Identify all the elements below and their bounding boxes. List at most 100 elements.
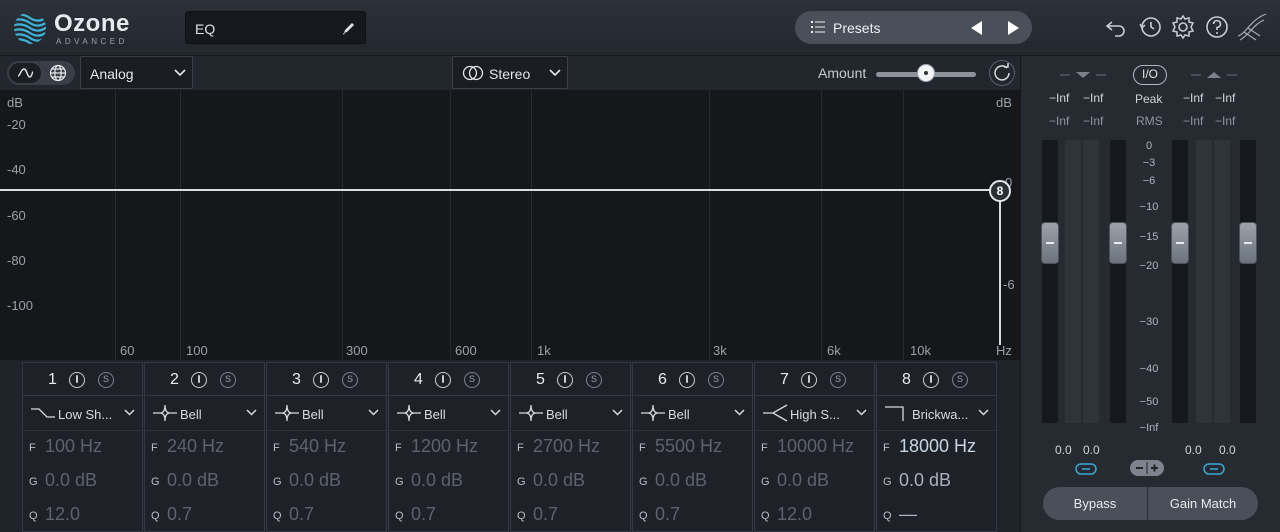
chevron-down-icon	[124, 409, 135, 416]
globe-view-button[interactable]	[43, 63, 73, 83]
band-gain[interactable]: 0.0 dB	[655, 470, 707, 491]
band-gain[interactable]: 0.0 dB	[289, 470, 341, 491]
band-power-icon[interactable]	[435, 372, 451, 388]
curve-view-button[interactable]	[9, 63, 41, 83]
band-1: 1 S Low Sh... F 100 Hz G 0.0 dB Q 12.0	[22, 362, 143, 532]
list-icon	[811, 21, 825, 33]
undo-icon[interactable]	[1103, 14, 1129, 40]
output-gain-left-value[interactable]: 0.0	[1185, 443, 1202, 457]
band-q[interactable]: 0.7	[167, 504, 192, 525]
band-solo-icon[interactable]: S	[342, 372, 358, 388]
band-q[interactable]: 12.0	[45, 504, 80, 525]
history-icon[interactable]	[1137, 14, 1163, 40]
next-preset-icon[interactable]	[1003, 19, 1023, 37]
view-mode-toggle[interactable]	[7, 61, 75, 85]
output-fader-thumb-right[interactable]	[1239, 222, 1257, 264]
output-link-icon[interactable]	[1203, 462, 1225, 476]
band-shape-dropdown[interactable]: Low Sh...	[23, 396, 142, 431]
band-power-icon[interactable]	[679, 372, 695, 388]
gear-icon[interactable]	[1170, 14, 1196, 40]
chevron-down-icon	[734, 409, 745, 416]
band-solo-icon[interactable]: S	[952, 372, 968, 388]
band-shape-dropdown[interactable]: Bell	[633, 396, 752, 431]
bypass-button[interactable]: Bypass	[1043, 487, 1147, 520]
band-solo-icon[interactable]: S	[830, 372, 846, 388]
band-frequency[interactable]: 18000 Hz	[899, 436, 976, 457]
input-fader-thumb-right[interactable]	[1109, 222, 1127, 264]
band-q[interactable]: 0.7	[289, 504, 314, 525]
band-frequency[interactable]: 240 Hz	[167, 436, 224, 457]
module-name-text: EQ	[195, 21, 216, 37]
band-shape-dropdown[interactable]: Bell	[389, 396, 508, 431]
band-power-icon[interactable]	[923, 372, 939, 388]
input-gain-fader-right[interactable]	[1110, 140, 1126, 423]
band-frequency[interactable]: 10000 Hz	[777, 436, 854, 457]
band-gain[interactable]: 0.0 dB	[167, 470, 219, 491]
band-q[interactable]: 0.7	[533, 504, 558, 525]
output-peak-right: −Inf	[1215, 91, 1236, 105]
band-frequency[interactable]: 100 Hz	[45, 436, 102, 457]
amount-slider-thumb[interactable]	[917, 64, 935, 82]
band-shape-dropdown[interactable]: Bell	[267, 396, 386, 431]
output-gain-right-value[interactable]: 0.0	[1219, 443, 1236, 457]
band-gain[interactable]: 0.0 dB	[45, 470, 97, 491]
prev-preset-icon[interactable]	[967, 19, 987, 37]
band-power-icon[interactable]	[557, 372, 573, 388]
band-power-icon[interactable]	[801, 372, 817, 388]
band-gain[interactable]: 0.0 dB	[533, 470, 585, 491]
band-q[interactable]: 12.0	[777, 504, 812, 525]
band-shape-dropdown[interactable]: Brickwa...	[877, 396, 996, 431]
band-frequency[interactable]: 5500 Hz	[655, 436, 722, 457]
output-gain-fader-right[interactable]	[1240, 140, 1256, 423]
band-power-icon[interactable]	[69, 372, 85, 388]
signal-chain-icon[interactable]	[1236, 10, 1268, 42]
io-button[interactable]: I/O	[1133, 65, 1167, 85]
band-gain[interactable]: 0.0 dB	[411, 470, 463, 491]
band-solo-icon[interactable]: S	[586, 372, 602, 388]
band-power-icon[interactable]	[313, 372, 329, 388]
presets-label[interactable]: Presets	[833, 20, 880, 36]
band-shape-label: Bell	[546, 407, 568, 422]
globe-icon	[49, 64, 67, 82]
input-arrow-icon	[1060, 72, 1106, 78]
band-gain[interactable]: 0.0 dB	[777, 470, 829, 491]
band-solo-icon[interactable]: S	[98, 372, 114, 388]
input-link-icon[interactable]	[1075, 462, 1097, 476]
band-solo-icon[interactable]: S	[220, 372, 236, 388]
gain-offset-stepper[interactable]	[1130, 460, 1164, 476]
stereo-icon	[462, 65, 484, 81]
output-fader-thumb-left[interactable]	[1171, 222, 1189, 264]
pencil-icon[interactable]	[341, 20, 357, 36]
help-icon[interactable]	[1204, 14, 1230, 40]
reset-button[interactable]	[989, 60, 1015, 86]
output-gain-fader-left[interactable]	[1172, 140, 1188, 423]
band-shape-dropdown[interactable]: Bell	[145, 396, 264, 431]
band-shape-dropdown[interactable]: Bell	[511, 396, 630, 431]
band-shape-dropdown[interactable]: High S...	[755, 396, 874, 431]
band-header: 7S	[755, 363, 874, 396]
input-gain-right-value[interactable]: 0.0	[1083, 443, 1100, 457]
band-q[interactable]: 0.7	[411, 504, 436, 525]
band-gain[interactable]: 0.0 dB	[899, 470, 951, 491]
input-gain-fader-left[interactable]	[1042, 140, 1058, 423]
channel-dropdown[interactable]: Stereo	[452, 56, 568, 89]
band-q[interactable]: 0.7	[655, 504, 680, 525]
eq-mode-dropdown[interactable]: Analog	[80, 56, 193, 89]
eq-graph[interactable]: dB -20 -40 -60 -80 -100 60 100 300 600 1…	[0, 90, 1020, 360]
band-frequency[interactable]: 1200 Hz	[411, 436, 478, 457]
input-gain-left-value[interactable]: 0.0	[1055, 443, 1072, 457]
input-fader-thumb-left[interactable]	[1041, 222, 1059, 264]
band-frequency[interactable]: 2700 Hz	[533, 436, 600, 457]
band-solo-icon[interactable]: S	[464, 372, 480, 388]
meter-scale-label: −15	[1139, 231, 1159, 243]
bell-filter-icon	[519, 404, 543, 422]
band-frequency[interactable]: 540 Hz	[289, 436, 346, 457]
gain-match-button[interactable]: Gain Match	[1148, 487, 1258, 520]
band-q[interactable]: —	[899, 504, 917, 525]
band-solo-icon[interactable]: S	[708, 372, 724, 388]
module-name-field[interactable]: EQ	[185, 11, 366, 44]
band-power-icon[interactable]	[191, 372, 207, 388]
presets-bar[interactable]: Presets	[795, 11, 1032, 44]
band-8-node[interactable]: 8	[989, 180, 1011, 202]
output-arrow-icon	[1191, 72, 1237, 78]
